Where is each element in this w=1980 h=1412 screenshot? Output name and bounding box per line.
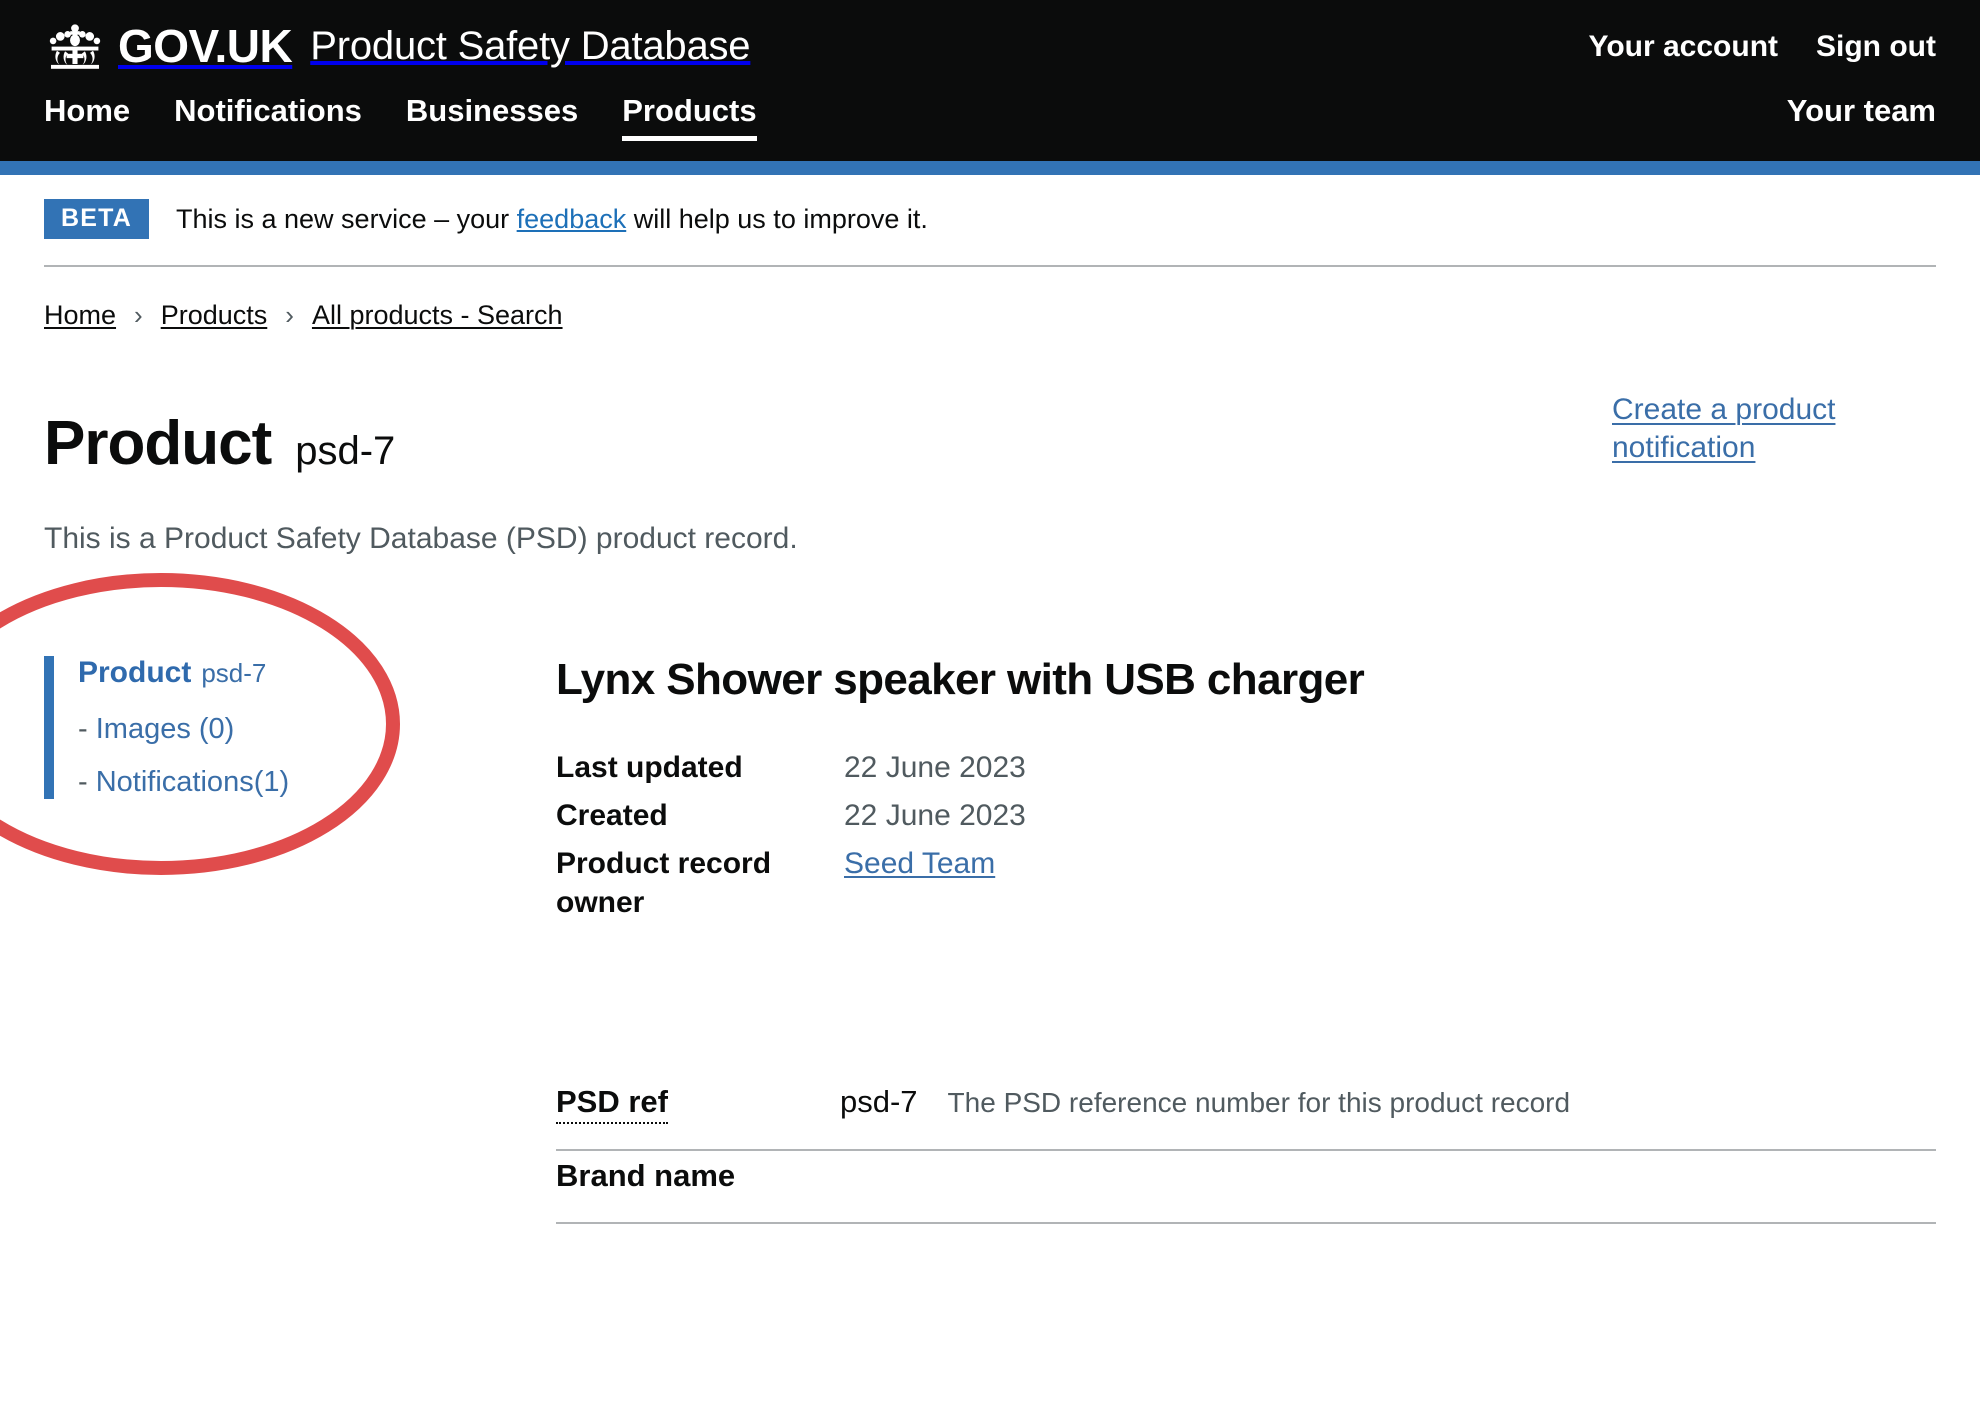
side-nav-item-notifications: - Notifications(1) <box>78 765 534 799</box>
detail-key-psd-ref: PSD ref <box>556 1083 840 1125</box>
breadcrumb-link-all-products-search[interactable]: All products - Search <box>312 300 563 331</box>
site-header: GOV.UK Product Safety Database Your acco… <box>0 0 1980 162</box>
beta-tag: BETA <box>44 199 149 240</box>
side-nav-title: Product psd-7 <box>78 656 534 689</box>
product-detail-rows: PSD ref psd-7 The PSD reference number f… <box>556 1077 1936 1224</box>
header-top-row: GOV.UK Product Safety Database Your acco… <box>44 0 1936 76</box>
detail-row-psd-ref: PSD ref psd-7 The PSD reference number f… <box>556 1077 1936 1151</box>
side-column: Product psd-7 - Images (0) - Notification… <box>0 573 534 876</box>
page-title-text: Product <box>44 409 272 479</box>
header-accent-bar <box>0 161 1980 176</box>
meta-value-product-record-owner: Seed Team <box>844 844 995 883</box>
primary-navigation: Home Notifications Businesses Products Y… <box>44 76 1936 161</box>
nav-link-products[interactable]: Products <box>622 93 757 142</box>
phase-text-before: This is a new service – your <box>176 203 510 234</box>
meta-row-last-updated: Last updated 22 June 2023 <box>556 748 1936 787</box>
product-name-heading: Lynx Shower speaker with USB charger <box>556 655 1365 705</box>
nav-item-businesses: Businesses <box>406 93 578 141</box>
content-columns: Product psd-7 - Images (0) - Notification… <box>0 558 1936 1224</box>
nav-right-group: Your team <box>1787 93 1936 136</box>
sign-out-link[interactable]: Sign out <box>1816 32 1936 62</box>
header-account-links: Your account Sign out <box>1589 22 1936 62</box>
detail-value-psd-ref: psd-7 <box>840 1084 918 1120</box>
meta-key-last-updated: Last updated <box>556 751 743 785</box>
nav-link-home[interactable]: Home <box>44 93 130 141</box>
psd-ref-abbreviation: PSD ref <box>556 1084 668 1125</box>
main-content: Create a product notification Product ps… <box>0 331 1936 1224</box>
feedback-link[interactable]: feedback <box>517 204 627 234</box>
create-product-notification-link[interactable]: Create a product notification <box>1612 391 1912 466</box>
breadcrumb-chevron-icon: › <box>285 299 294 330</box>
meta-value-created: 22 June 2023 <box>844 799 1026 833</box>
side-nav-title-label: Product <box>78 656 192 690</box>
product-side-navigation: Product psd-7 - Images (0) - Notification… <box>44 656 534 799</box>
page-title-ref: psd-7 <box>295 429 396 474</box>
govuk-home-link[interactable]: GOV.UK Product Safety Database <box>44 20 751 72</box>
side-nav-bullet-dash: - <box>78 713 88 746</box>
phase-banner-text: This is a new service – your feedback wi… <box>176 203 928 235</box>
side-nav-title-ref: psd-7 <box>201 658 267 689</box>
side-nav-bullet-dash: - <box>78 765 88 798</box>
seed-team-link[interactable]: Seed Team <box>844 847 995 880</box>
detail-hint-psd-ref: The PSD reference number for this produc… <box>947 1087 1571 1119</box>
detail-row-brand-name: Brand name <box>556 1151 1936 1224</box>
nav-item-products: Products <box>622 93 757 142</box>
crown-icon <box>44 22 106 70</box>
meta-value-last-updated: 22 June 2023 <box>844 751 1026 785</box>
your-account-link[interactable]: Your account <box>1589 32 1778 62</box>
meta-row-product-record-owner: Product record owner Seed Team <box>556 844 1936 922</box>
service-name: Product Safety Database <box>310 24 751 68</box>
breadcrumb: Home › Products › All products - Search <box>44 267 1936 331</box>
phase-banner: BETA This is a new service – your feedba… <box>44 175 1936 268</box>
nav-list: Home Notifications Businesses Products <box>44 93 757 142</box>
nav-item-home: Home <box>44 93 130 141</box>
meta-key-created: Created <box>556 799 668 833</box>
page-lede: This is a Product Safety Database (PSD) … <box>44 522 798 556</box>
meta-key-product-record-owner: Product record owner <box>556 847 772 920</box>
phase-text-after: will help us to improve it. <box>633 203 928 234</box>
breadcrumb-link-products[interactable]: Products <box>161 300 268 331</box>
product-detail-column: Lynx Shower speaker with USB charger Las… <box>534 655 1936 1224</box>
your-team-link[interactable]: Your team <box>1787 93 1936 136</box>
nav-link-businesses[interactable]: Businesses <box>406 93 578 141</box>
side-nav-item-images: - Images (0) <box>78 713 534 746</box>
detail-key-brand-name: Brand name <box>556 1157 736 1193</box>
side-nav-link-notifications[interactable]: Notifications(1) <box>96 766 289 798</box>
nav-link-notifications[interactable]: Notifications <box>174 93 362 141</box>
govuk-logotype: GOV.UK <box>118 20 293 72</box>
create-notification-box: Create a product notification <box>1612 391 1912 466</box>
side-nav-link-images[interactable]: Images (0) <box>96 713 235 745</box>
product-meta-list: Last updated 22 June 2023 Created 22 Jun… <box>556 748 1936 922</box>
breadcrumb-link-home[interactable]: Home <box>44 300 116 331</box>
breadcrumb-chevron-icon: › <box>134 299 143 330</box>
meta-row-created: Created 22 June 2023 <box>556 796 1936 835</box>
nav-item-notifications: Notifications <box>174 93 362 141</box>
